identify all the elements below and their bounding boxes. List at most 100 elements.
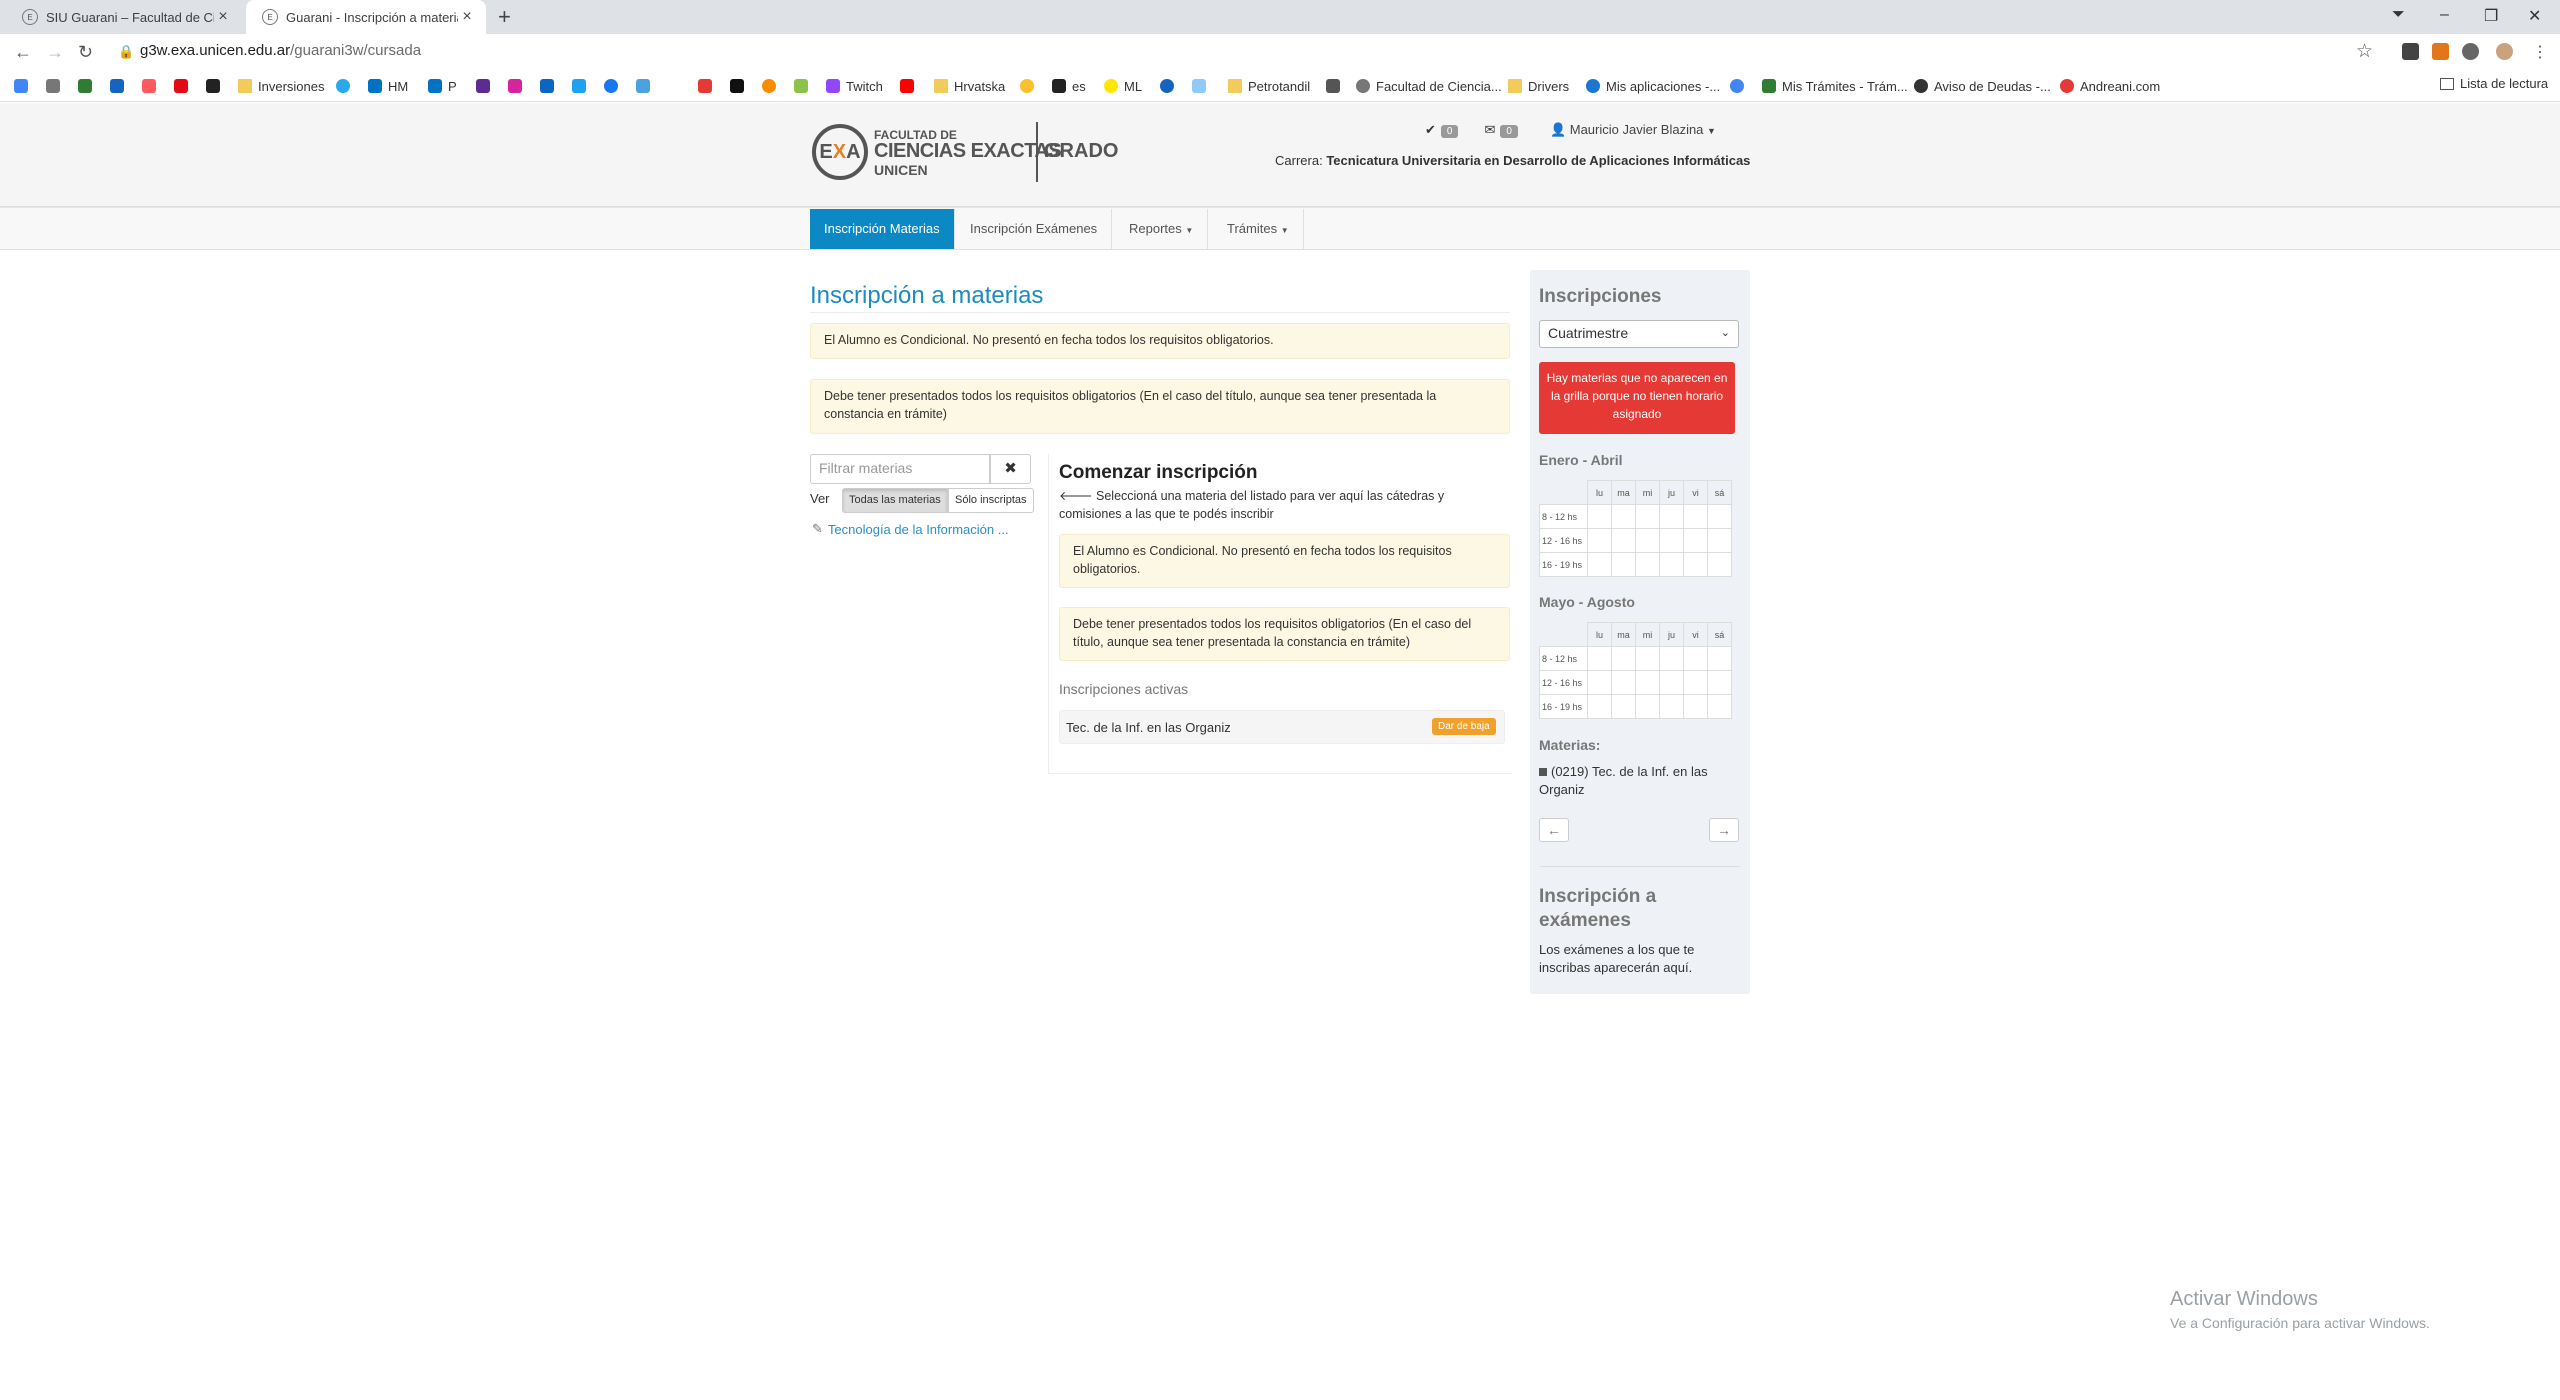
bookmark-icon[interactable] [78, 76, 98, 96]
bookmark-icon[interactable] [1020, 76, 1040, 96]
browser-tab[interactable]: E SIU Guarani – Facultad de Ciencias × [6, 0, 242, 34]
todas-materias-button[interactable]: Todas las materias [842, 488, 948, 513]
envelope-icon: ✉ [1484, 122, 1496, 137]
period-select[interactable]: Cuatrimestre ⌄ [1539, 320, 1739, 348]
back-icon[interactable]: ← [14, 42, 32, 63]
comenzar-title: Comenzar inscripción [1059, 462, 1258, 483]
bookmark-folder-petrotandil[interactable]: Petrotandil [1228, 76, 1310, 96]
bookmark-icon[interactable] [1160, 76, 1180, 96]
watermark-line2: Ve a Configuración para activar Windows. [2170, 1315, 2430, 1331]
logo-line3: UNICEN [874, 162, 928, 178]
airbnb-icon[interactable] [142, 76, 162, 96]
bookmark-mis-tramites[interactable]: Mis Trámites - Trám... [1762, 76, 1908, 96]
user-menu[interactable]: 👤 Mauricio Javier Blazina ▼ [1550, 122, 1716, 138]
telegram-icon[interactable] [336, 76, 356, 96]
examenes-text: Los exámenes a los que te inscribas apar… [1539, 942, 1695, 975]
bookmark-icon[interactable] [46, 76, 66, 96]
bookmark-icon[interactable] [636, 76, 656, 96]
logo[interactable]: EXA FACULTAD DE CIENCIAS EXACTAS UNICEN … [812, 122, 1118, 184]
bookmark-twitch[interactable]: Twitch [826, 76, 883, 96]
facebook-icon[interactable] [604, 76, 624, 96]
bookmark-aviso-deudas[interactable]: Aviso de Deudas -... [1914, 76, 2051, 96]
instagram-icon[interactable] [508, 76, 528, 96]
bookmark-folder-inversiones[interactable]: Inversiones [238, 76, 324, 96]
close-window-icon[interactable]: ✕ [2528, 6, 2541, 26]
profile-down-icon[interactable]: ⏷ [2392, 6, 2405, 24]
close-tab-icon[interactable]: × [214, 8, 232, 26]
bookmark-folder-hrvatska[interactable]: Hrvatska [934, 76, 1005, 96]
reading-list[interactable]: Lista de lectura [2440, 76, 2548, 91]
puzzle-extensions-icon[interactable] [2462, 43, 2479, 60]
bookmark-es[interactable]: es [1052, 76, 1086, 96]
slot-label: 8 - 12 hs [1539, 504, 1588, 529]
edit-icon: ✎ [812, 521, 823, 536]
menu-inscripcion-materias[interactable]: Inscripción Materias [810, 209, 955, 249]
linkedin-icon[interactable] [540, 76, 560, 96]
filter-materias-input[interactable]: Filtrar materias [810, 454, 990, 484]
semester-mayo-agosto: Mayo - Agosto [1539, 594, 1635, 610]
forward-icon[interactable]: → [46, 42, 64, 63]
bookmark-icon[interactable] [1192, 76, 1212, 96]
clear-filter-icon[interactable]: ✖ [990, 454, 1031, 484]
next-button[interactable]: → [1709, 818, 1739, 842]
reload-icon[interactable]: ↻ [78, 42, 93, 63]
bookmark-label: Mis aplicaciones -... [1606, 78, 1721, 94]
bookmark-mis-aplicaciones[interactable]: Mis aplicaciones -... [1586, 76, 1720, 96]
bookmark-p[interactable]: P [428, 76, 457, 96]
menu-reportes[interactable]: Reportes ▼ [1115, 209, 1209, 249]
bookmark-icon[interactable] [730, 76, 750, 96]
prev-button[interactable]: ← [1539, 818, 1569, 842]
dar-de-baja-button[interactable]: Dar de baja [1432, 718, 1496, 735]
amazon-icon[interactable] [206, 76, 226, 96]
menu-dots-icon[interactable]: ⋮ [2532, 42, 2548, 62]
bookmark-folder-drivers[interactable]: Drivers [1508, 76, 1569, 96]
bookmark-hm[interactable]: HM [368, 76, 408, 96]
materia-label: Tecnología de la Información ... [827, 521, 1009, 537]
logo-line2: CIENCIAS EXACTAS [874, 140, 1062, 162]
messages-button[interactable]: ✉ 0 [1484, 122, 1518, 138]
bookmark-andreani[interactable]: Andreani.com [2060, 76, 2160, 96]
notifications-button[interactable]: ✔ 0 [1425, 122, 1459, 138]
twitter-icon[interactable] [572, 76, 592, 96]
google-bookmark-icon[interactable] [1730, 76, 1750, 96]
day-header: ma [1611, 480, 1636, 505]
alert-requisitos: Debe tener presentados todos los requisi… [810, 379, 1510, 434]
arrow-left-icon: 🡐 [1059, 489, 1096, 503]
bookmark-icon[interactable] [794, 76, 814, 96]
avatar[interactable] [2496, 43, 2513, 60]
address-bar-row: ← → ↻ 🔒 g3w.exa.unicen.edu.ar/guarani3w/… [0, 34, 2560, 70]
check-circle-icon: ✔ [1425, 122, 1436, 137]
minimize-icon[interactable]: – [2440, 6, 2449, 24]
netflix-icon[interactable] [174, 76, 194, 96]
google-bookmark-icon[interactable] [14, 76, 34, 96]
slot-label: 16 - 19 hs [1539, 552, 1588, 577]
browser-tab-active[interactable]: E Guarani - Inscripción a materias × [246, 0, 486, 34]
day-header: ma [1611, 622, 1636, 647]
bookmark-star-icon[interactable]: ☆ [2356, 40, 2373, 63]
url-field[interactable]: g3w.exa.unicen.edu.ar/guarani3w/cursada [140, 42, 421, 59]
day-header: mi [1635, 480, 1660, 505]
warning-box: Hay materias que no aparecen en la grill… [1539, 362, 1735, 434]
extension-icon[interactable] [2402, 43, 2419, 60]
reading-list-label: Lista de lectura [2460, 76, 2549, 91]
materia-link[interactable]: ✎ Tecnología de la Información ... [812, 521, 1009, 537]
new-tab-icon[interactable]: + [498, 4, 511, 30]
close-tab-icon[interactable]: × [458, 8, 476, 26]
bookmark-icon[interactable] [762, 76, 782, 96]
bookmark-icon[interactable] [110, 76, 130, 96]
lock-icon[interactable]: 🔒 [118, 44, 134, 60]
bookmark-icon[interactable] [1326, 76, 1346, 96]
youtube-icon[interactable] [900, 76, 920, 96]
solo-inscriptas-button[interactable]: Sólo inscriptas [948, 488, 1034, 513]
menu-inscripcion-examenes[interactable]: Inscripción Exámenes [956, 209, 1113, 249]
menu-tramites[interactable]: Trámites ▼ [1213, 209, 1304, 249]
materia-row[interactable]: (0219) Tec. de la Inf. en las Organiz [1539, 763, 1734, 799]
day-header: sá [1707, 480, 1732, 505]
restore-icon[interactable]: ❐ [2484, 6, 2498, 26]
bookmark-ml[interactable]: ML [1104, 76, 1142, 96]
metamask-icon[interactable] [2432, 43, 2449, 60]
bookmark-facultad[interactable]: Facultad de Ciencia... [1356, 76, 1502, 96]
mail-icon[interactable] [476, 76, 496, 96]
title-divider [810, 312, 1510, 313]
bookmark-icon[interactable] [698, 76, 718, 96]
